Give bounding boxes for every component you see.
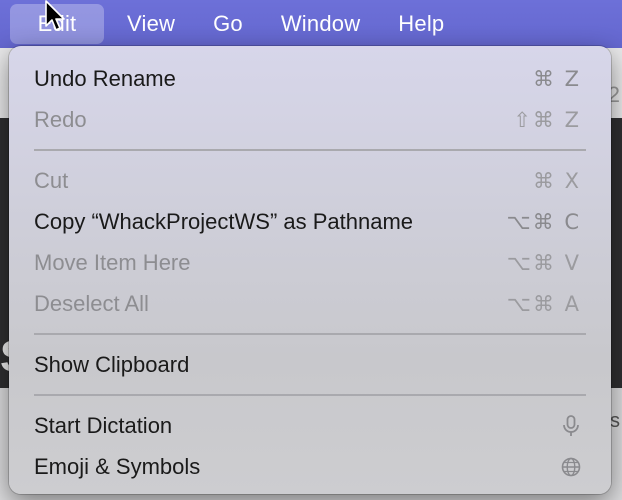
menu-separator xyxy=(9,385,611,405)
menu-item-shortcut: ⌥⌘ V xyxy=(506,250,581,275)
menu-item-label: Undo Rename xyxy=(34,65,176,91)
menubar-go[interactable]: Go xyxy=(198,4,258,44)
menu-item-label: Redo xyxy=(34,106,87,132)
menu-item-shortcut: ⌥⌘ A xyxy=(506,291,581,316)
menu-item-move-item-here[interactable]: Move Item Here ⌥⌘ V xyxy=(9,242,611,283)
menu-item-shortcut: ⌥⌘ C xyxy=(506,209,581,234)
microphone-icon xyxy=(561,414,581,437)
menubar-window[interactable]: Window xyxy=(266,4,375,44)
menubar-view[interactable]: View xyxy=(112,4,190,44)
menu-item-emoji-symbols[interactable]: Emoji & Symbols xyxy=(9,446,611,487)
menu-item-label: Deselect All xyxy=(34,290,149,316)
menu-item-show-clipboard[interactable]: Show Clipboard xyxy=(9,344,611,385)
menu-item-label: Emoji & Symbols xyxy=(34,453,201,479)
mouse-cursor-icon xyxy=(45,0,65,31)
menu-item-shortcut: ⌘ Z xyxy=(532,66,581,91)
menu-item-label: Show Clipboard xyxy=(34,351,190,377)
menu-item-label: Start Dictation xyxy=(34,412,173,438)
menu-item-undo-rename[interactable]: Undo Rename ⌘ Z xyxy=(9,58,611,99)
menu-item-redo[interactable]: Redo ⇧⌘ Z xyxy=(9,99,611,140)
menu-item-start-dictation[interactable]: Start Dictation xyxy=(9,405,611,446)
edit-menu-dropdown: Undo Rename ⌘ Z Redo ⇧⌘ Z Cut ⌘ X Copy “… xyxy=(9,46,611,494)
menu-item-label: Move Item Here xyxy=(34,249,191,275)
menubar-help[interactable]: Help xyxy=(383,4,459,44)
menu-item-label: Copy “WhackProjectWS” as Pathname xyxy=(34,208,414,234)
menu-separator xyxy=(9,324,611,344)
menu-item-shortcut: ⇧⌘ Z xyxy=(513,107,581,132)
menu-item-copy-pathname[interactable]: Copy “WhackProjectWS” as Pathname ⌥⌘ C xyxy=(9,201,611,242)
menu-item-shortcut: ⌘ X xyxy=(532,168,581,193)
menu-item-cut[interactable]: Cut ⌘ X xyxy=(9,160,611,201)
background-peek-s: s xyxy=(610,410,620,432)
menu-item-label: Cut xyxy=(34,167,69,193)
menu-bar: Edit View Go Window Help xyxy=(0,0,622,48)
menu-separator xyxy=(9,140,611,160)
menu-item-deselect-all[interactable]: Deselect All ⌥⌘ A xyxy=(9,283,611,324)
globe-icon xyxy=(561,457,581,477)
